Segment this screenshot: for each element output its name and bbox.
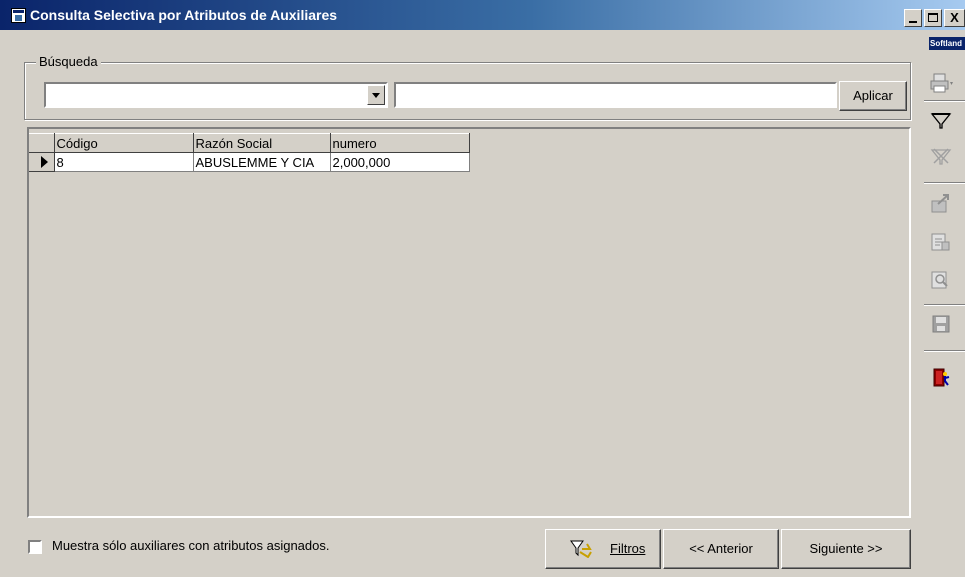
toolbar-separator — [924, 100, 965, 102]
only-assigned-label[interactable]: Muestra sólo auxiliares con atributos as… — [52, 538, 329, 553]
row-indicator[interactable] — [29, 152, 55, 172]
results-grid[interactable]: Código Razón Social numero 8 ABUSLEMME Y… — [27, 127, 911, 518]
filters-button[interactable]: Filtros — [545, 529, 661, 569]
apply-button[interactable]: Aplicar — [839, 81, 907, 111]
window-title: Consulta Selectiva por Atributos de Auxi… — [30, 7, 338, 23]
previous-button[interactable]: << Anterior — [663, 529, 779, 569]
app-icon — [11, 8, 26, 23]
brand-badge: Softland — [929, 37, 965, 50]
maximize-button[interactable] — [924, 9, 942, 27]
cell-codigo[interactable]: 8 — [54, 152, 194, 172]
next-button[interactable]: Siguiente >> — [781, 529, 911, 569]
only-assigned-checkbox[interactable] — [28, 540, 42, 554]
window-title-bar[interactable]: Consulta Selectiva por Atributos de Auxi… — [0, 0, 965, 30]
exit-icon[interactable] — [928, 366, 954, 390]
toolbar-separator — [924, 182, 965, 184]
minimize-button[interactable] — [904, 9, 922, 27]
minimize-icon — [909, 21, 917, 23]
chevron-down-icon[interactable] — [367, 85, 385, 105]
clear-filter-icon[interactable] — [928, 144, 954, 168]
cell-numero[interactable]: 2,000,000 — [330, 152, 470, 172]
filter-funnel-icon — [570, 540, 592, 558]
lookup-icon[interactable] — [928, 268, 954, 292]
table-row[interactable]: 8 ABUSLEMME Y CIA 2,000,000 — [29, 152, 470, 172]
toolbar-separator — [924, 350, 965, 352]
close-button[interactable]: X — [944, 9, 965, 27]
printer-icon[interactable] — [928, 72, 954, 96]
search-field-combo[interactable] — [44, 82, 388, 108]
filter-icon[interactable] — [928, 108, 954, 132]
cell-razon-social[interactable]: ABUSLEMME Y CIA — [193, 152, 331, 172]
current-row-arrow-icon — [41, 156, 48, 168]
results-table: Código Razón Social numero 8 ABUSLEMME Y… — [29, 133, 470, 172]
table-header-row: Código Razón Social numero — [29, 133, 470, 153]
search-group-label: Búsqueda — [36, 55, 101, 69]
column-header-codigo[interactable]: Código — [54, 133, 194, 153]
row-indicator-header — [29, 133, 55, 153]
export-icon[interactable] — [928, 192, 954, 216]
toolbar-separator — [924, 304, 965, 306]
column-header-numero[interactable]: numero — [330, 133, 470, 153]
filters-button-label: Filtros — [610, 541, 646, 556]
save-icon[interactable] — [928, 312, 954, 336]
column-header-razon-social[interactable]: Razón Social — [193, 133, 331, 153]
search-input[interactable] — [394, 82, 837, 108]
properties-icon[interactable] — [928, 230, 954, 254]
maximize-icon — [928, 13, 938, 22]
